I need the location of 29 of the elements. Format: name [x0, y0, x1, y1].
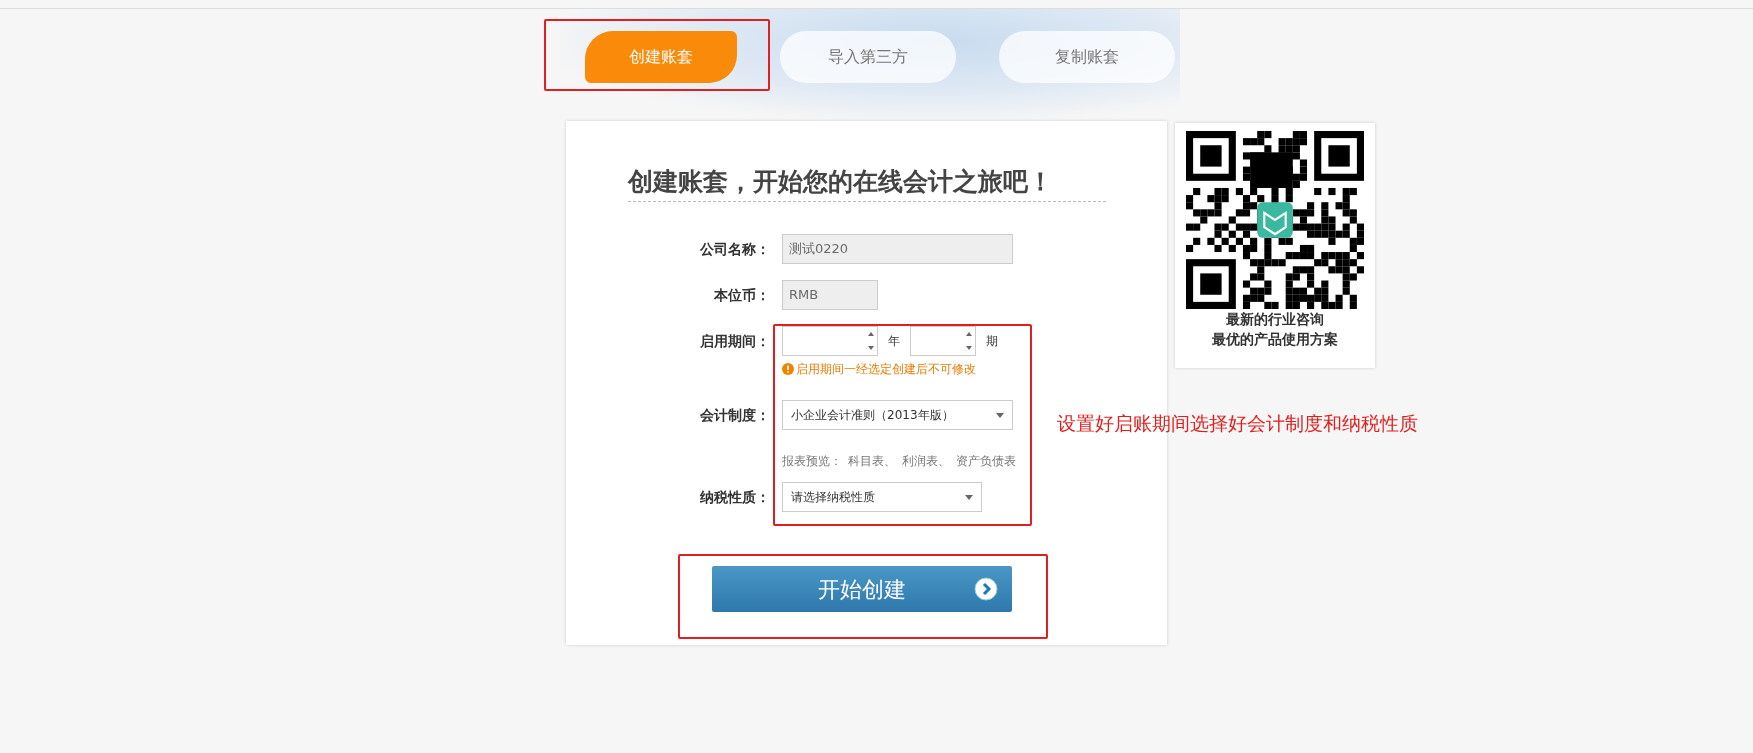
unit-label: 年 — [887, 333, 901, 350]
preview-label: 报表预览： — [782, 453, 842, 470]
tab[interactable]: 导入第三方 — [780, 31, 956, 83]
input-field[interactable]: 测试0220 — [782, 234, 1013, 264]
qr-caption: 最新的行业咨询 — [1226, 310, 1324, 329]
preview-link[interactable]: 利润表、 — [902, 452, 950, 470]
input-field[interactable]: RMB — [782, 280, 878, 310]
select-field[interactable]: 请选择纳税性质 — [782, 482, 982, 512]
tab[interactable]: 复制账套 — [999, 31, 1175, 83]
arrow-circle-icon — [974, 577, 998, 601]
caret-icon — [965, 494, 973, 500]
caret-icon — [996, 412, 1004, 418]
preview-link[interactable]: 科目表、 — [848, 452, 896, 470]
unit-label: 期 — [985, 333, 999, 350]
select-value: 小企业会计准则（2013年版） — [791, 407, 954, 424]
form-title: 创建账套，开始您的在线会计之旅吧！ — [628, 167, 1106, 202]
annotation-note: 设置好启账期间选择好会计制度和纳税性质 — [1057, 411, 1418, 436]
field-label: 会计制度： — [699, 406, 771, 425]
field-label: 本位币： — [713, 286, 771, 305]
qr-caption: 最优的产品使用方案 — [1212, 330, 1338, 349]
hint-text: 启用期间一经选定创建后不可修改 — [796, 361, 976, 378]
select-value: 请选择纳税性质 — [791, 489, 875, 506]
preview-link[interactable]: 资产负债表 — [956, 452, 1016, 470]
select-field[interactable]: 小企业会计准则（2013年版） — [782, 400, 1013, 430]
field-label: 公司名称： — [699, 240, 771, 259]
start-button[interactable]: 开始创建 — [712, 566, 1012, 612]
field-label: 纳税性质： — [699, 488, 771, 507]
field-label: 启用期间： — [699, 332, 771, 351]
warning-icon — [782, 363, 794, 375]
